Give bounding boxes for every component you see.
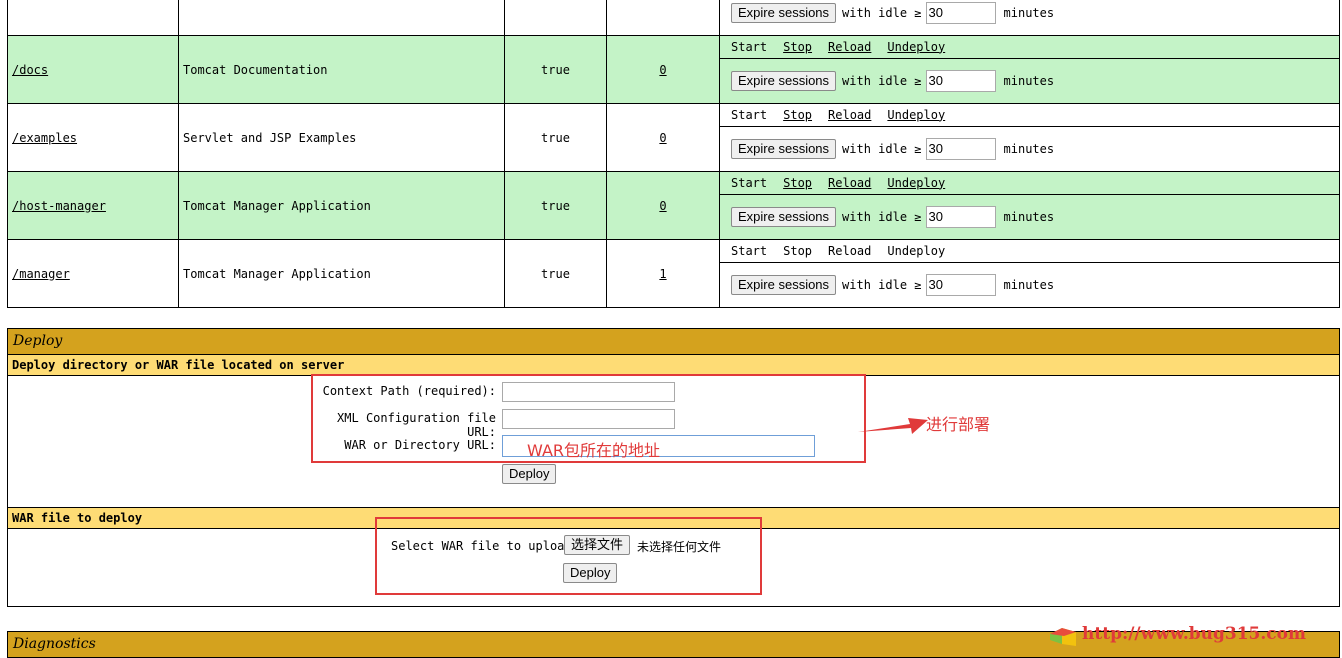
logo-icon bbox=[1050, 628, 1076, 646]
expire-sessions-button[interactable]: Expire sessions bbox=[731, 206, 837, 227]
app-display-name: Tomcat Manager Application bbox=[178, 239, 505, 308]
minutes-label: minutes bbox=[1003, 277, 1055, 292]
app-commands: Start Stop Reload Undeploy bbox=[720, 173, 1339, 195]
app-sessions-link[interactable]: 0 bbox=[659, 131, 666, 145]
reload-link[interactable]: Reload bbox=[828, 108, 871, 122]
app-display-name: Tomcat Documentation bbox=[178, 35, 505, 104]
expire-sessions-button[interactable]: Expire sessions bbox=[731, 274, 837, 295]
expire-sessions-button[interactable]: Expire sessions bbox=[731, 70, 837, 91]
minutes-label: minutes bbox=[1003, 141, 1055, 156]
app-path-link[interactable]: /manager bbox=[12, 267, 70, 281]
app-path-link[interactable]: /docs bbox=[12, 63, 48, 77]
undeploy-link[interactable]: Undeploy bbox=[887, 108, 945, 122]
app-sessions-link[interactable]: 0 bbox=[659, 63, 666, 77]
minutes-label: minutes bbox=[1003, 209, 1055, 224]
annotation-label: 进行部署 bbox=[926, 415, 991, 434]
idle-minutes-input[interactable] bbox=[925, 137, 996, 160]
reload-link[interactable]: Reload bbox=[828, 40, 871, 54]
with-idle-label: with idle ≥ bbox=[842, 73, 922, 88]
stop-link[interactable]: Stop bbox=[783, 108, 812, 122]
table-row: /manager Tomcat Manager Application true 1 S… bbox=[7, 239, 1340, 308]
table-row: /host-manager Tomcat Manager Application t… bbox=[7, 171, 1340, 240]
stop-link[interactable]: Stop bbox=[783, 40, 812, 54]
with-idle-label: with idle ≥ bbox=[842, 277, 922, 292]
app-sessions-link[interactable]: 0 bbox=[659, 199, 666, 213]
applications-table: Expire sessions with idle ≥ minutes /doc… bbox=[7, 0, 1340, 308]
with-idle-label: with idle ≥ bbox=[842, 209, 922, 224]
expire-sessions-button[interactable]: Expire sessions bbox=[731, 2, 837, 23]
watermark: http://www.bug315.com bbox=[1048, 620, 1306, 648]
idle-minutes-input[interactable] bbox=[925, 1, 996, 24]
idle-minutes-input[interactable] bbox=[925, 273, 996, 296]
app-display-name: Servlet and JSP Examples bbox=[178, 103, 505, 172]
app-path-link[interactable]: /examples bbox=[12, 131, 77, 145]
expire-sessions-button[interactable]: Expire sessions bbox=[731, 138, 837, 159]
highlight-box bbox=[375, 517, 762, 595]
section-subtitle: Deploy directory or WAR file located on … bbox=[7, 355, 1340, 376]
minutes-label: minutes bbox=[1003, 73, 1055, 88]
app-running: true bbox=[504, 171, 607, 240]
app-running: true bbox=[504, 239, 607, 308]
highlight-box bbox=[311, 374, 866, 463]
undeploy-link[interactable]: Undeploy bbox=[887, 244, 945, 258]
app-path-link[interactable]: /host-manager bbox=[12, 199, 106, 213]
deploy-server-form: Context Path (required): XML Configurati… bbox=[7, 374, 1340, 508]
section-title: Deploy bbox=[7, 328, 1340, 355]
app-display-name: Tomcat Manager Application bbox=[178, 171, 505, 240]
reload-link[interactable]: Reload bbox=[828, 244, 871, 258]
table-row: /examples Servlet and JSP Examples true 0 St… bbox=[7, 103, 1340, 172]
table-row-partial: Expire sessions with idle ≥ minutes bbox=[7, 0, 1340, 36]
app-commands: Start Stop Reload Undeploy bbox=[720, 37, 1339, 59]
with-idle-label: with idle ≥ bbox=[842, 5, 922, 20]
app-sessions-link[interactable]: 1 bbox=[659, 267, 666, 281]
app-running: true bbox=[504, 35, 607, 104]
idle-minutes-input[interactable] bbox=[925, 69, 996, 92]
app-running: true bbox=[504, 103, 607, 172]
deploy-button[interactable]: Deploy bbox=[502, 464, 557, 484]
start-command[interactable]: Start bbox=[731, 244, 767, 258]
watermark-url: http://www.bug315.com bbox=[1082, 624, 1306, 644]
start-command[interactable]: Start bbox=[731, 40, 767, 54]
undeploy-link[interactable]: Undeploy bbox=[887, 40, 945, 54]
minutes-label: minutes bbox=[1003, 5, 1055, 20]
start-command[interactable]: Start bbox=[731, 176, 767, 190]
with-idle-label: with idle ≥ bbox=[842, 141, 922, 156]
arrow-icon bbox=[858, 418, 928, 434]
reload-link[interactable]: Reload bbox=[828, 176, 871, 190]
upload-form: Select WAR file to upload 选择文件 未选择任何文件 D… bbox=[7, 517, 1340, 607]
app-commands: Start Stop Reload Undeploy bbox=[720, 241, 1339, 263]
undeploy-link[interactable]: Undeploy bbox=[887, 176, 945, 190]
app-commands: Start Stop Reload Undeploy bbox=[720, 105, 1339, 127]
deploy-section: Deploy Deploy directory or WAR file loca… bbox=[7, 328, 1340, 607]
stop-link[interactable]: Stop bbox=[783, 176, 812, 190]
start-command[interactable]: Start bbox=[731, 108, 767, 122]
idle-minutes-input[interactable] bbox=[925, 205, 996, 228]
stop-link[interactable]: Stop bbox=[783, 244, 812, 258]
table-row: /docs Tomcat Documentation true 0 Start Stop R… bbox=[7, 35, 1340, 104]
